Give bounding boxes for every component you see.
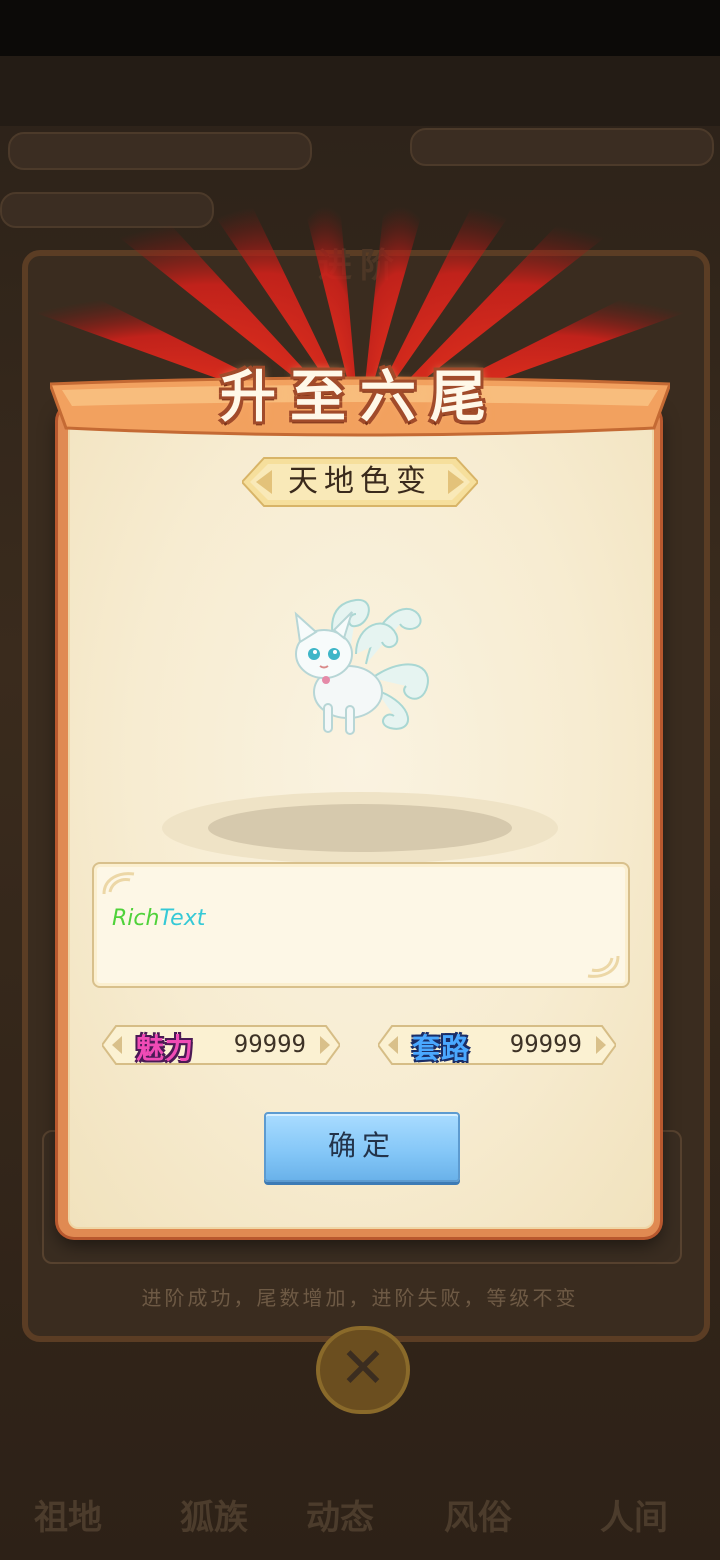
status-bar <box>0 0 720 56</box>
background-tab-0[interactable]: 祖地 <box>34 1490 102 1539</box>
background-top-strip <box>0 56 720 126</box>
description-box: RichText <box>92 862 630 988</box>
stat-trick: 套路 99999 <box>378 1024 616 1066</box>
close-icon[interactable]: ✕ <box>316 1326 410 1414</box>
stat-charm-value: 99999 <box>233 1030 306 1058</box>
description-part-1: Rich <box>112 906 160 931</box>
stat-charm: 魅力 99999 <box>102 1024 340 1066</box>
corner-ornament <box>102 872 135 895</box>
description-rich-text: RichText <box>112 906 205 931</box>
confirm-button[interactable]: 确定 <box>264 1112 460 1182</box>
fox-character-image <box>294 598 429 735</box>
background-hint-text: 进阶成功，尾数增加，进阶失败，等级不变 <box>141 1286 579 1310</box>
background-tab-3[interactable]: 风俗 <box>444 1490 512 1539</box>
dialog-title: 升至六尾 <box>220 364 500 430</box>
background-tab-4[interactable]: 人间 <box>600 1490 668 1539</box>
background-tab-1[interactable]: 狐族 <box>180 1490 248 1539</box>
confirm-button-label: 确定 <box>327 1129 396 1162</box>
pedestal <box>208 804 512 852</box>
background-tab-2[interactable]: 动态 <box>306 1490 374 1539</box>
description-part-2: Text <box>159 906 206 931</box>
stat-trick-label: 套路 <box>412 1032 471 1065</box>
dialog-subtitle: 天地色变 <box>288 464 432 499</box>
corner-ornament <box>587 955 620 978</box>
stat-charm-label: 魅力 <box>136 1032 195 1065</box>
stat-trick-value: 99999 <box>509 1030 582 1058</box>
